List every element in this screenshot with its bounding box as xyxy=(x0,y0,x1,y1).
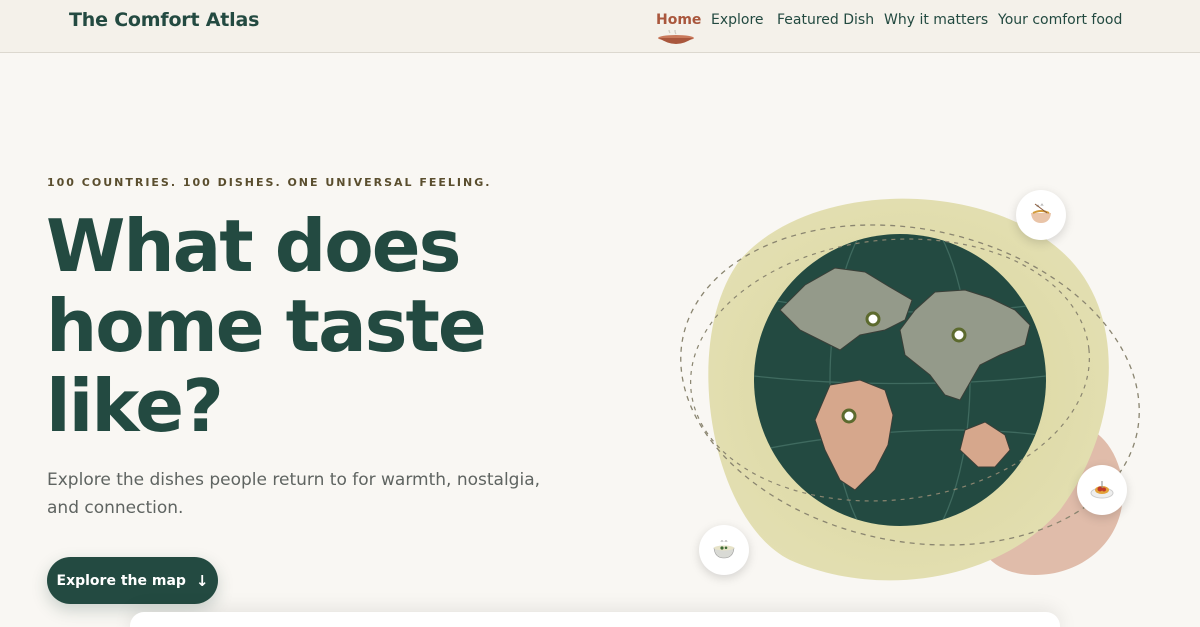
noodle-bowl-icon xyxy=(1031,203,1051,223)
bowl-indicator-icon xyxy=(658,30,694,44)
headline-line-3: like? xyxy=(46,364,224,448)
site-header: The Comfort Atlas Home Explore Featured … xyxy=(0,0,1200,53)
main-nav: Home Explore Featured Dish Why it matter… xyxy=(0,12,1200,36)
soup-bowl-icon xyxy=(713,540,735,559)
subtitle-line-2: and connection. xyxy=(47,498,184,518)
hero-illustration xyxy=(660,180,1200,600)
explore-map-button-label: Explore the map xyxy=(56,572,186,589)
nav-link-featured-dish[interactable]: Featured Dish xyxy=(777,12,874,28)
soup-bowl-badge[interactable] xyxy=(699,525,749,575)
hero-subtitle: Explore the dishes people return to for … xyxy=(47,466,547,522)
noodle-bowl-badge[interactable] xyxy=(1016,190,1066,240)
hero-eyebrow: 100 COUNTRIES. 100 DISHES. ONE UNIVERSAL… xyxy=(47,176,492,189)
arrow-down-icon: ↓ xyxy=(195,571,209,590)
headline-line-2: home taste xyxy=(46,284,487,368)
content-card-edge xyxy=(130,612,1060,627)
nav-link-why-it-matters[interactable]: Why it matters xyxy=(884,12,988,28)
spaghetti-plate-icon xyxy=(1090,481,1114,499)
nav-link-your-comfort-food[interactable]: Your comfort food xyxy=(998,12,1122,28)
nav-link-home[interactable]: Home xyxy=(656,12,701,28)
subtitle-line-1: Explore the dishes people return to for … xyxy=(47,470,541,490)
nav-link-explore[interactable]: Explore xyxy=(711,12,764,28)
spaghetti-plate-badge[interactable] xyxy=(1077,465,1127,515)
hero-headline: What does home taste like? xyxy=(46,206,606,446)
explore-map-button[interactable]: Explore the map ↓ xyxy=(47,557,218,604)
headline-line-1: What does xyxy=(46,204,461,288)
